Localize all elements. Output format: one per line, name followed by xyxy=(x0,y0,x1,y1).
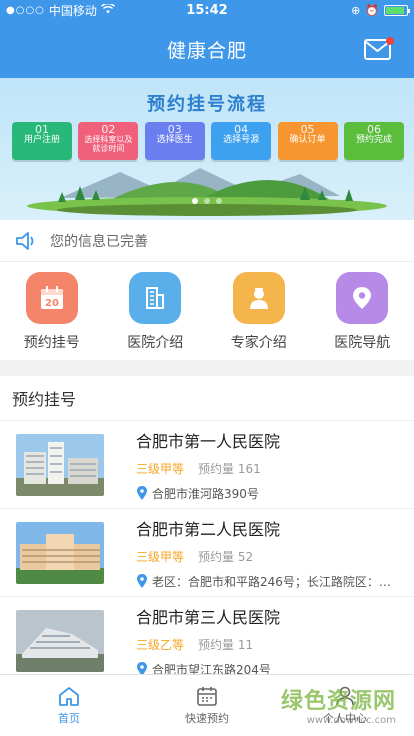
booking-count-label: 预约量 xyxy=(198,461,235,476)
process-step: 03 选择医生 xyxy=(144,122,205,160)
booking-count: 11 xyxy=(237,637,254,652)
tab-quick-appointment[interactable]: 快速预约 xyxy=(138,675,276,736)
step-number: 06 xyxy=(366,123,381,136)
wifi-icon xyxy=(100,2,115,17)
message-button[interactable] xyxy=(364,36,394,62)
booking-count-label: 预约量 xyxy=(198,637,235,652)
quick-item-navigation[interactable]: 医院导航 xyxy=(311,262,414,360)
tab-label: 快速预约 xyxy=(185,711,229,725)
booking-count: 161 xyxy=(237,461,261,476)
step-number: 05 xyxy=(300,123,315,136)
quick-label: 医院导航 xyxy=(334,335,391,351)
hospital-list-item[interactable]: 合肥市第二人民医院 三级甲等 预约量 52 老区：合肥市和平路246号；长江路院… xyxy=(0,508,414,596)
quick-item-hospital-intro[interactable]: 医院介绍 xyxy=(104,262,208,360)
process-step: 02 选择科室以及就诊时间 xyxy=(78,122,139,160)
mail-icon xyxy=(364,37,394,60)
step-number: 03 xyxy=(167,123,182,136)
info-notice[interactable]: 您的信息已完善 xyxy=(0,220,414,262)
hospital-address: 老区：合肥市和平路246号；长江路院区：长... xyxy=(152,574,402,589)
step-label: 选择科室以及就诊时间 xyxy=(84,135,133,153)
banner-pager[interactable] xyxy=(0,198,414,204)
landscape-illustration xyxy=(27,168,387,216)
quick-item-expert-intro[interactable]: 专家介绍 xyxy=(207,262,311,360)
page-title: 健康合肥 xyxy=(166,39,247,62)
hospital-level: 三级甲等 xyxy=(136,461,185,476)
hospital-name: 合肥市第二人民医院 xyxy=(136,519,281,539)
quick-menu: 20 预约挂号 医院介绍 专家介绍 医院导航 xyxy=(0,262,414,360)
tab-bar: 首页 快速预约 个人中心 xyxy=(0,674,414,736)
step-label: 确认订单 xyxy=(289,135,326,145)
home-icon xyxy=(59,686,79,706)
hospital-address: 合肥市淮河路390号 xyxy=(152,486,259,501)
tab-label: 个人中心 xyxy=(323,711,367,725)
quick-label: 医院介绍 xyxy=(127,335,184,351)
quick-label: 专家介绍 xyxy=(230,335,287,351)
step-label: 预约完成 xyxy=(355,135,392,145)
calendar-icon: 20 xyxy=(25,272,78,324)
alarm-icon: ⏰ xyxy=(365,3,379,17)
pager-dot[interactable] xyxy=(204,198,210,204)
location-pin-icon xyxy=(137,574,147,588)
hospital-photo xyxy=(16,433,104,496)
process-step: 05 确认订单 xyxy=(277,122,338,160)
step-number: 02 xyxy=(101,123,116,136)
nav-bar: 健康合肥 xyxy=(0,20,414,78)
tab-profile[interactable]: 个人中心 xyxy=(276,675,414,736)
calendar-icon xyxy=(197,686,217,706)
hospital-name: 合肥市第一人民医院 xyxy=(136,431,281,451)
pager-dot[interactable] xyxy=(216,198,222,204)
quick-label: 预约挂号 xyxy=(23,335,80,351)
process-step: 04 选择号源 xyxy=(211,122,272,160)
step-label: 选择医生 xyxy=(156,135,193,145)
doctor-icon xyxy=(232,272,285,324)
step-label: 选择号源 xyxy=(223,135,260,145)
step-number: 04 xyxy=(234,123,249,136)
step-number: 01 xyxy=(35,123,49,136)
hospital-address: 合肥市望江东路204号 xyxy=(152,662,271,675)
hospital-level: 三级甲等 xyxy=(136,549,185,564)
notice-text: 您的信息已完善 xyxy=(50,233,148,250)
battery-icon xyxy=(384,4,410,16)
location-pin-icon xyxy=(137,486,147,500)
hospital-photo xyxy=(16,521,104,584)
banner-title: 预约挂号流程 xyxy=(147,94,267,115)
hospital-level: 三级乙等 xyxy=(136,637,185,652)
tab-label: 首页 xyxy=(58,711,80,725)
location-pin-icon xyxy=(336,272,389,324)
step-label: 用户注册 xyxy=(23,135,60,145)
hospital-list-item[interactable]: 合肥市第一人民医院 三级甲等 预约量 161 合肥市淮河路390号 xyxy=(0,420,414,508)
appointment-section: 预约挂号 合肥市第一人民医院 三级甲等 预约量 161 合肥市淮河路390号 合… xyxy=(0,376,414,674)
hospital-name: 合肥市第三人民医院 xyxy=(136,607,281,627)
tab-home[interactable]: 首页 xyxy=(0,675,138,736)
user-icon xyxy=(336,686,354,705)
status-bar: ●○○○ 中国移动 15:42 ⊕ ⏰ xyxy=(0,0,414,20)
process-steps: 01 用户注册 02 选择科室以及就诊时间 03 选择医生 04 选择号源 05 确认订单 06 预约… xyxy=(12,122,404,160)
booking-count: 52 xyxy=(237,549,254,564)
section-title: 预约挂号 xyxy=(12,390,77,409)
process-step: 06 预约完成 xyxy=(343,122,404,160)
booking-count-label: 预约量 xyxy=(198,549,235,564)
process-banner[interactable]: 预约挂号流程 01 用户注册 02 选择科室以及就诊时间 03 选择医生 04 选择号源 05 确… xyxy=(0,78,414,220)
hospital-photo xyxy=(16,609,104,672)
svg-text:20: 20 xyxy=(45,298,59,309)
process-step: 01 用户注册 xyxy=(12,122,72,160)
hospital-list-item[interactable]: 合肥市第三人民医院 三级乙等 预约量 11 合肥市望江东路204号 xyxy=(0,596,414,674)
pager-dot[interactable] xyxy=(192,198,198,204)
signal-strength: ●○○○ xyxy=(6,4,45,16)
location-pin-icon xyxy=(137,662,147,674)
carrier-name: 中国移动 xyxy=(48,3,97,18)
rotation-lock-icon: ⊕ xyxy=(351,3,361,17)
speaker-icon xyxy=(16,231,34,250)
quick-item-appointment[interactable]: 20 预约挂号 xyxy=(0,262,104,360)
building-icon xyxy=(129,272,182,324)
